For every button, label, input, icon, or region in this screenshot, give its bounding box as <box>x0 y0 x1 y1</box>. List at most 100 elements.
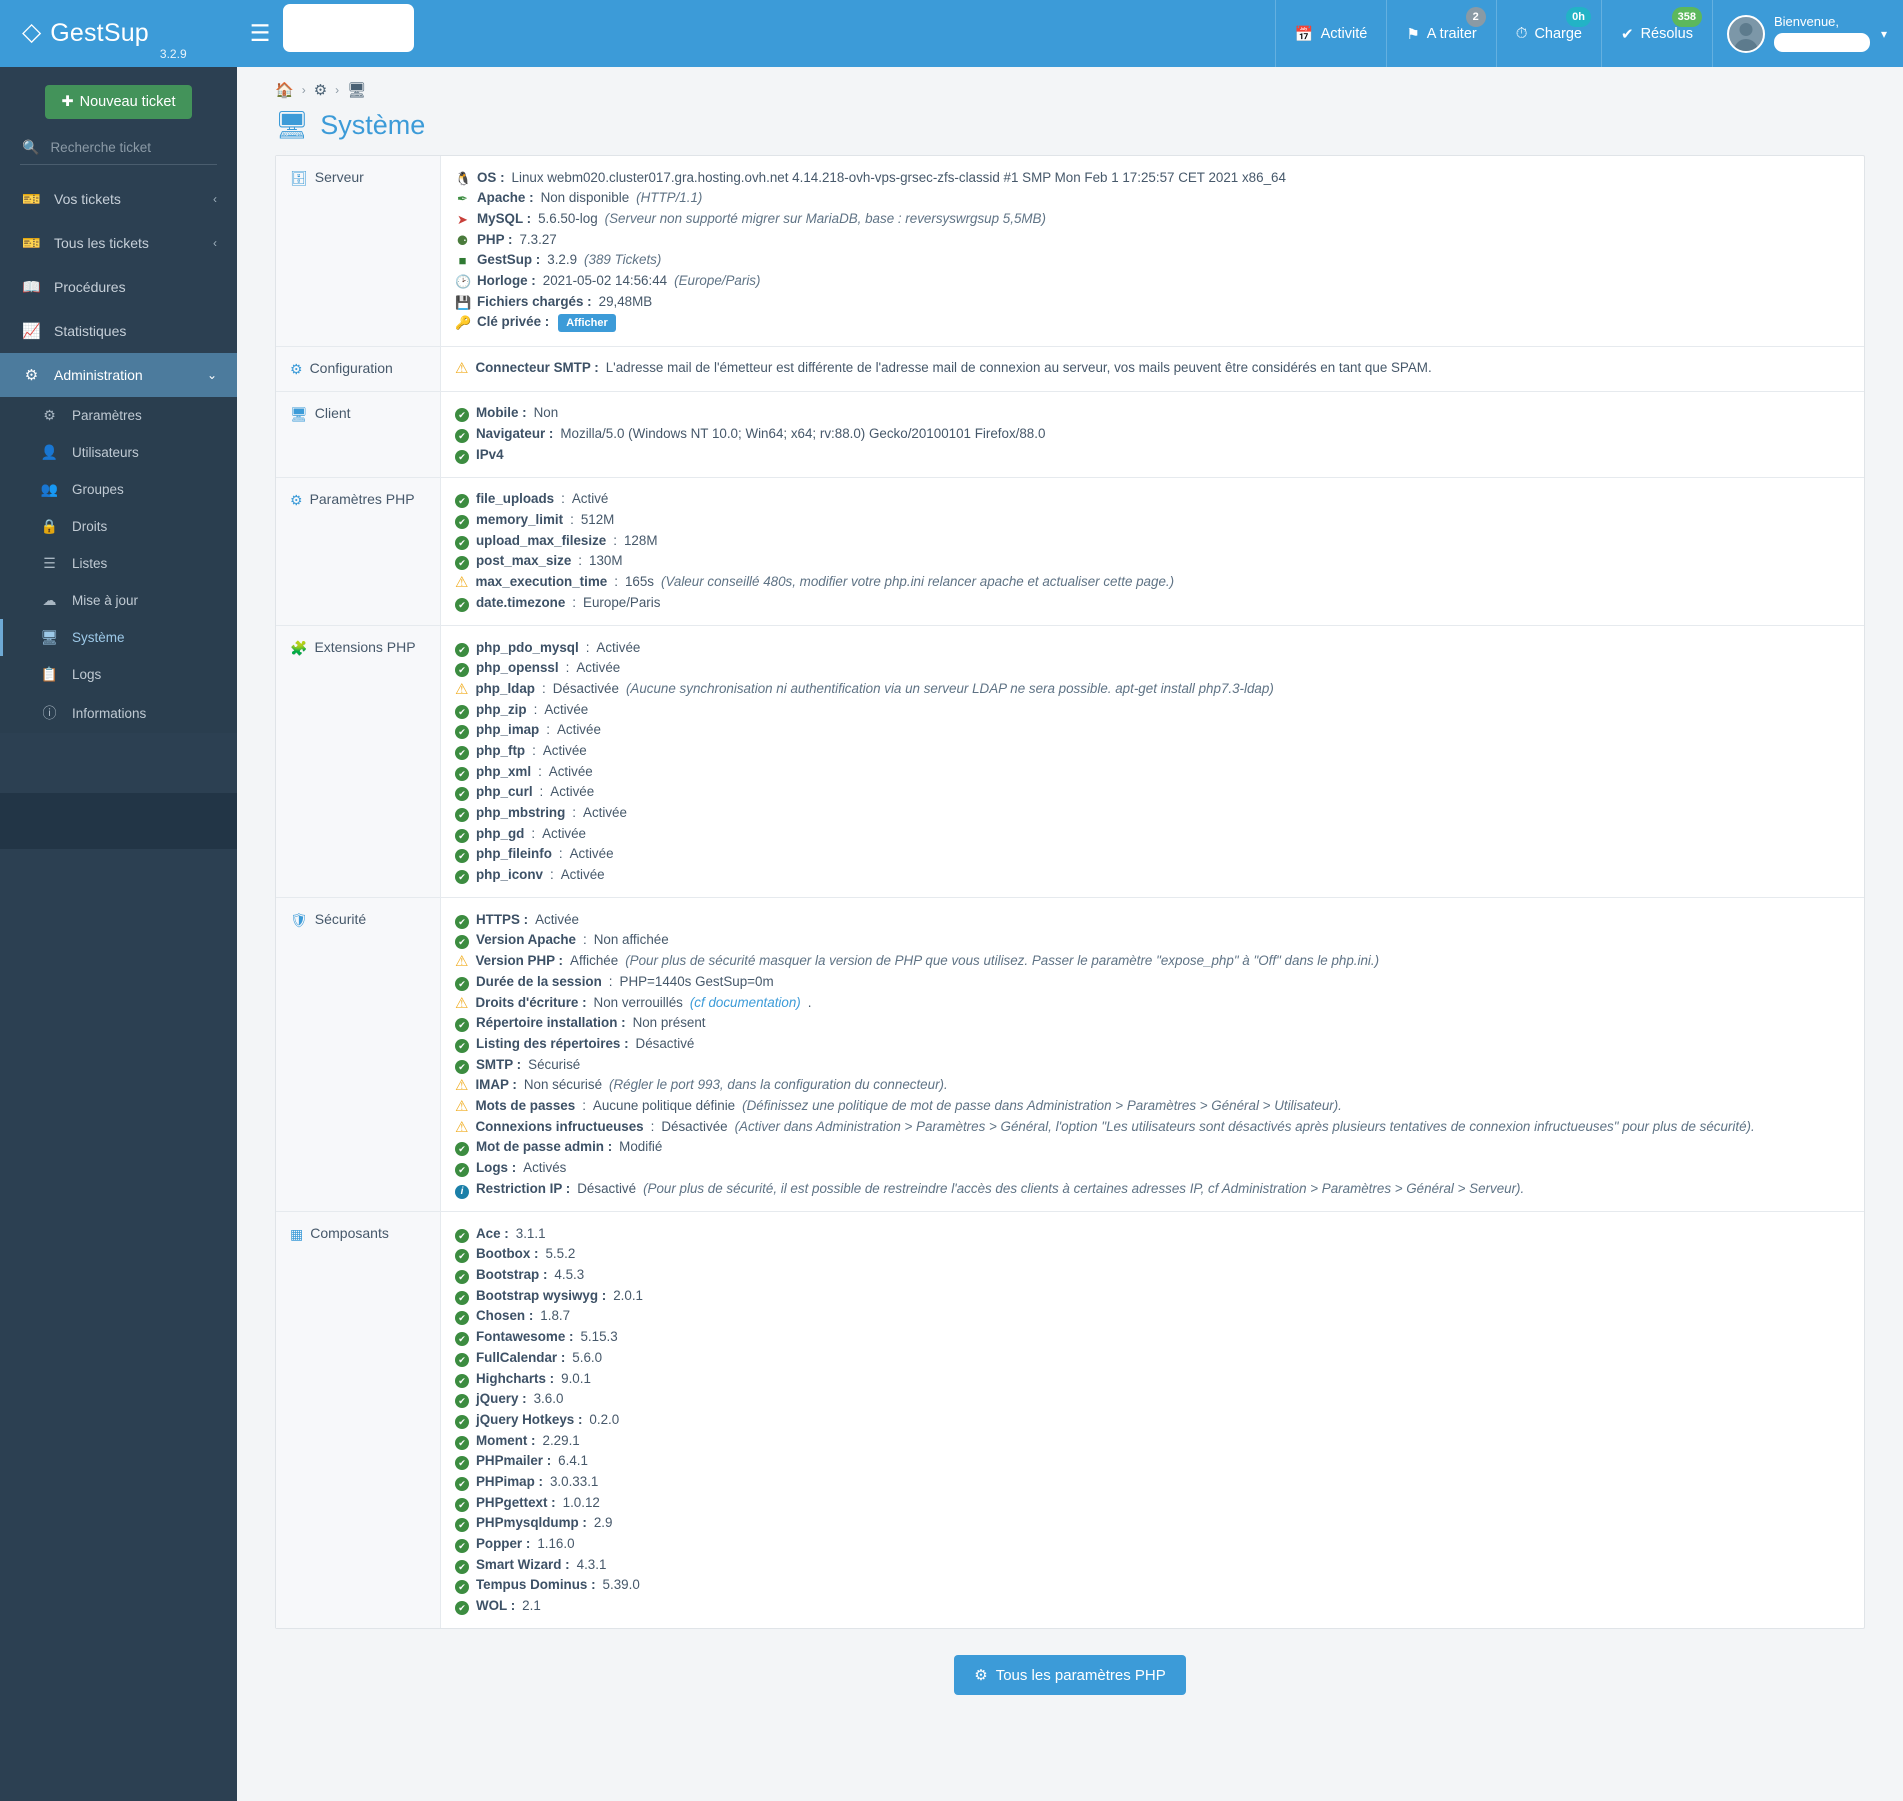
all-php-params-button[interactable]: ⚙ Tous les paramètres PHP <box>954 1655 1186 1696</box>
sidebar-item-vos-tickets[interactable]: 🎫 Vos tickets ‹ <box>0 177 237 221</box>
sidebar-item-administration[interactable]: ⚙ Administration ⌄ <box>0 353 237 397</box>
brand-version: 3.2.9 <box>159 47 187 61</box>
hamburger-menu-icon[interactable]: ☰ <box>237 0 283 67</box>
check-circle-icon <box>455 869 469 884</box>
info-line: ■ GestSup : 3.2.9 (389 Tickets) <box>455 250 1850 271</box>
sidebar-item-logs[interactable]: 📋 Logs <box>0 656 237 693</box>
section-extensions-php-body: php_pdo_mysql : Activée php_openssl : Ac… <box>441 626 1864 897</box>
desktop-icon: 🖥 <box>40 629 59 645</box>
line-value: Activée <box>576 660 621 676</box>
section-serveur-label: 🗄 Serveur <box>276 156 441 346</box>
sidebar-item-systeme[interactable]: 🖥 Système <box>0 619 237 656</box>
documentation-link[interactable]: (cf documentation) <box>690 994 801 1012</box>
info-line: Highcharts : 9.0.1 <box>455 1368 1850 1389</box>
line-note: (Europe/Paris) <box>674 272 761 288</box>
check-circle-icon <box>455 766 469 781</box>
line-label: PHP : <box>477 231 513 247</box>
line-label: php_curl <box>476 784 533 800</box>
line-value: Non sécurisé <box>523 1077 603 1093</box>
line-label: Tempus Dominus : <box>476 1577 596 1593</box>
topnav-charge[interactable]: ⏱ Charge 0h <box>1495 0 1601 67</box>
line-note: (Valeur conseillé 480s, modifier votre p… <box>660 574 1175 590</box>
info-line: upload_max_filesize : 128M <box>455 530 1850 551</box>
breadcrumb-separator: › <box>335 83 340 97</box>
line-separator: : <box>613 532 617 548</box>
line-separator: : <box>582 932 587 948</box>
section-parametres-php-label: ⚙ Paramètres PHP <box>276 477 441 625</box>
afficher-private-key-button[interactable]: Afficher <box>558 314 616 333</box>
sidebar-item-droits[interactable]: 🔒 Droits <box>0 508 237 545</box>
topnav-resolus-label: Résolus <box>1640 25 1693 42</box>
sidebar-item-procedures[interactable]: 📖 Procédures <box>0 265 237 309</box>
brand-logo-area[interactable]: ◇ GestSup 3.2.9 <box>0 0 237 67</box>
home-icon[interactable]: 🏠 <box>275 81 294 99</box>
line-suffix: . <box>807 994 812 1010</box>
line-label: FullCalendar : <box>476 1349 566 1365</box>
search-input[interactable] <box>48 139 215 156</box>
line-value: 3.6.0 <box>533 1391 564 1407</box>
gears-icon: ⚙ <box>24 367 39 384</box>
desktop-icon[interactable]: 🖥 <box>347 81 366 99</box>
sidebar-item-tous-les-tickets[interactable]: 🎫 Tous les tickets ‹ <box>0 221 237 265</box>
gestsup-icon: ■ <box>458 253 467 269</box>
line-label: Mobile : <box>476 405 527 421</box>
line-label: jQuery Hotkeys : <box>476 1411 583 1427</box>
info-line: FullCalendar : 5.6.0 <box>455 1347 1850 1368</box>
line-separator: : <box>541 680 546 696</box>
section-client-label: 🖥 Client <box>276 391 441 477</box>
puzzle-icon: 🧩 <box>290 640 308 656</box>
line-value: 9.0.1 <box>561 1370 591 1386</box>
sidebar-item-utilisateurs[interactable]: 👤 Utilisateurs <box>0 434 237 471</box>
info-line: Durée de la session : PHP=1440s GestSup=… <box>455 971 1850 992</box>
line-label: PHPimap : <box>476 1473 543 1489</box>
section-composants-title: Composants <box>310 1225 389 1242</box>
line-value: 2021-05-02 14:56:44 <box>542 272 668 288</box>
info-line: Chosen : 1.8.7 <box>455 1306 1850 1327</box>
info-line: ➤ MySQL : 5.6.50-log (Serveur non suppor… <box>455 208 1850 229</box>
line-label: php_iconv <box>476 867 543 883</box>
line-separator: : <box>650 1118 655 1134</box>
line-label: Smart Wizard : <box>476 1556 570 1572</box>
line-value: Activée <box>544 701 589 717</box>
check-circle-icon <box>455 1559 469 1574</box>
new-ticket-button[interactable]: ✚ Nouveau ticket <box>45 85 192 119</box>
line-label: Highcharts : <box>476 1370 555 1386</box>
line-value: 128M <box>623 532 658 548</box>
line-label: post_max_size <box>476 553 572 569</box>
line-separator: : <box>565 660 570 676</box>
user-menu[interactable]: Bienvenue, ▾ <box>1711 0 1903 67</box>
sidebar-item-statistiques[interactable]: 📈 Statistiques <box>0 309 237 353</box>
topnav-a-traiter-label: A traiter <box>1426 25 1477 42</box>
search-icon: 🔍 <box>22 139 40 155</box>
line-value: 1.16.0 <box>537 1536 575 1551</box>
desktop-icon: 🖥 <box>290 405 308 422</box>
charge-badge: 0h <box>1566 7 1591 27</box>
gears-icon[interactable]: ⚙ <box>314 81 327 99</box>
info-line: 🔑 Clé privée : Afficher <box>455 312 1850 334</box>
sidebar-item-parametres[interactable]: ⚙ Paramètres <box>0 397 237 434</box>
sidebar-item-mise-a-jour[interactable]: ☁ Mise à jour <box>0 582 237 619</box>
sidebar-item-listes[interactable]: ☰ Listes <box>0 545 237 582</box>
topnav-resolus[interactable]: ✔ Résolus 358 <box>1601 0 1712 67</box>
mysql-dolphin-icon: ➤ <box>457 211 468 227</box>
gear-icon: ⚙ <box>290 360 303 377</box>
info-line: php_pdo_mysql : Activée <box>455 637 1850 658</box>
chart-icon: 📈 <box>22 323 41 340</box>
line-value: 512M <box>580 512 615 528</box>
line-value: Non verrouillés <box>593 994 683 1010</box>
line-label: php_mbstring <box>476 805 566 820</box>
line-label: php_ftp <box>476 742 526 758</box>
sidebar-item-groupes[interactable]: 👥 Groupes <box>0 471 237 508</box>
sidebar-item-informations[interactable]: ⓘ Informations <box>0 693 237 733</box>
line-value: Activée <box>583 805 627 820</box>
info-line: Répertoire installation : Non présent <box>455 1013 1850 1034</box>
line-value: Europe/Paris <box>583 594 661 610</box>
topnav-a-traiter[interactable]: ⚑ A traiter 2 <box>1386 0 1495 67</box>
redacted-search-box[interactable] <box>283 4 414 52</box>
search-box[interactable]: 🔍 <box>20 135 217 165</box>
check-circle-icon <box>455 493 469 508</box>
cloud-upload-icon: ☁ <box>42 592 57 608</box>
topnav-activite[interactable]: 📅 Activité <box>1274 0 1386 67</box>
line-label: php_openssl <box>476 660 559 676</box>
line-separator: : <box>570 512 574 528</box>
